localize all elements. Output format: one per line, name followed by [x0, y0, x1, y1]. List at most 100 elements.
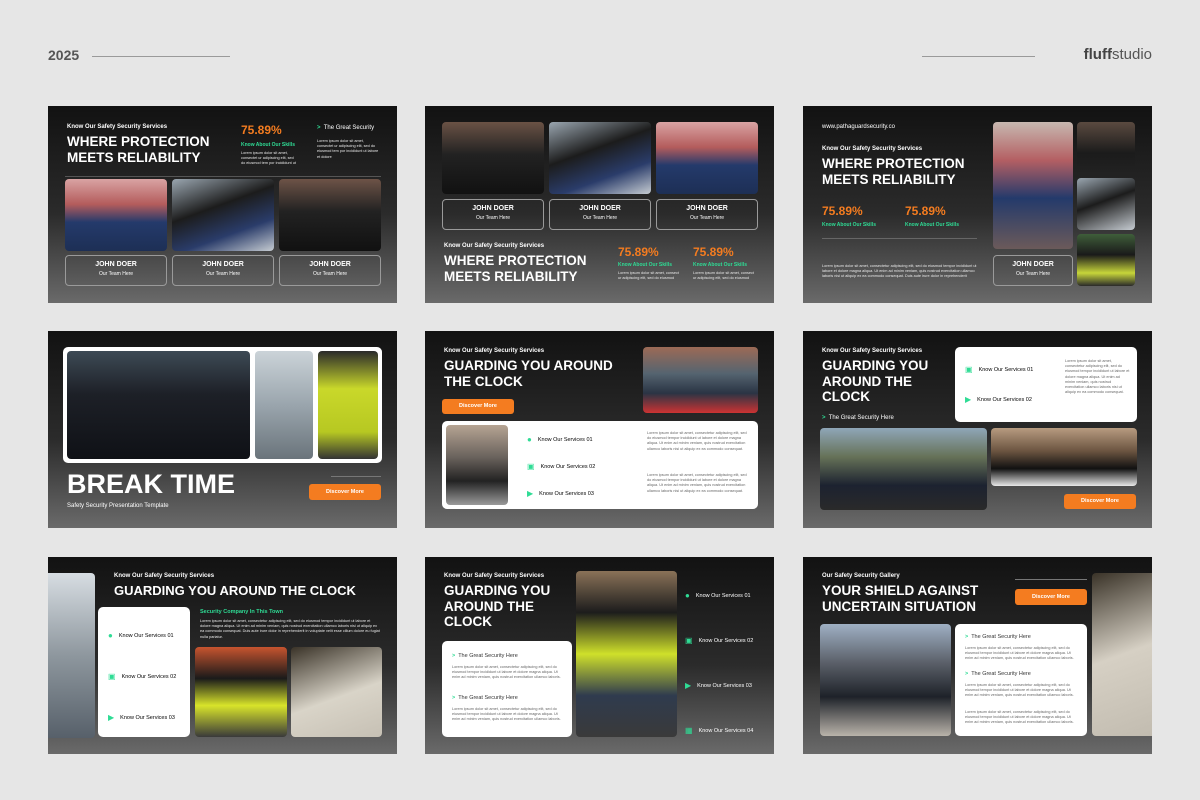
member-name: JOHN DOER: [1012, 261, 1054, 268]
service-item-2: ▶ Know Our Services 02: [965, 395, 1032, 404]
body-text-1: Lorem ipsum dolor sit amet, consect ur a…: [618, 271, 679, 281]
photo-police-arrest: [576, 571, 677, 737]
percent-label-1: Know About Our Skills: [618, 262, 672, 268]
service-item-1: ● Know Our Services 01: [527, 435, 593, 444]
service-label: Know Our Services 02: [121, 673, 177, 680]
service-label: Know Our Services 03: [539, 490, 594, 497]
slide-title: GUARDING YOU AROUND THE CLOCK: [114, 583, 356, 598]
discover-more-button[interactable]: Discover More: [442, 399, 514, 414]
title-line-2: MEETS RELIABILITY: [822, 171, 956, 187]
slide-thumbnail-8[interactable]: Know Our Safety Security Services GUARDI…: [425, 557, 774, 754]
title-line-1: WHERE PROTECTION: [444, 253, 587, 268]
service-item-2: ▣ Know Our Services 02: [685, 636, 753, 645]
divider: [65, 176, 381, 177]
heading-text: The Great Security: [323, 125, 375, 131]
slide-thumbnail-2[interactable]: JOHN DOER Our Team Here JOHN DOER Our Team…: [425, 106, 774, 303]
slide-thumbnail-7[interactable]: Know Our Safety Security Services GUARDI…: [48, 557, 397, 754]
body-text: Lorem ipsum dolor sit amet, consectetur …: [1065, 359, 1130, 395]
lock-icon: ▣: [685, 636, 693, 645]
camera-icon: ▶: [965, 395, 972, 404]
slide-thumbnail-9[interactable]: Our Safety Security Gallery YOUR SHIELD …: [803, 557, 1152, 754]
service-label: Know Our Services 03: [120, 714, 175, 721]
team-card-2: JOHN DOER Our Team Here: [549, 199, 651, 230]
photo-police-hivis: [195, 647, 287, 737]
service-label: Know Our Services 01: [695, 592, 751, 599]
card-heading-2: > The Great Security Here: [452, 695, 518, 701]
photo-riot-police: [1077, 122, 1135, 174]
title-line-1: GUARDING YOU: [444, 583, 551, 598]
section-heading: > The Great Security Here: [822, 415, 894, 421]
member-role: Our Team Here: [205, 271, 241, 277]
team-card: JOHN DOER Our Team Here: [993, 255, 1073, 286]
title-line-2: AROUND THE: [444, 598, 534, 614]
card-heading-2: > The Great Security Here: [965, 671, 1031, 677]
member-name: JOHN DOER: [309, 261, 351, 268]
slide-thumbnail-6[interactable]: Know Our Safety Security Services GUARDI…: [803, 331, 1152, 528]
title-line-2: MEETS RELIABILITY: [67, 149, 201, 165]
body-text-3: Lorem ipsum dolor sit amet, consectetur …: [965, 710, 1074, 725]
discover-more-button[interactable]: Discover More: [1015, 589, 1087, 605]
service-item-2: ▣ Know Our Services 02: [108, 672, 176, 681]
body-text-1: Lorem ipsum dolor sit amet, consectetur …: [965, 646, 1074, 661]
group-icon: ●: [527, 435, 532, 444]
body-text: Lorem ipsum dolor sit amet, consectetur …: [200, 619, 380, 639]
discover-more-button[interactable]: Discover More: [1064, 494, 1136, 509]
slide-thumbnail-3[interactable]: www.pathaguardsecurity.co Know Our Safet…: [803, 106, 1152, 303]
percent-label-2: Know About Our Skills: [693, 262, 747, 268]
photo-riot-squad: [820, 624, 951, 736]
service-item-1: ● Know Our Services 01: [685, 591, 751, 600]
percent-label: Know About Our Skills: [241, 142, 295, 148]
service-label: Know Our Services 02: [698, 637, 754, 644]
title-line-3: CLOCK: [444, 614, 492, 629]
slide-title: WHERE PROTECTION MEETS RELIABILITY: [444, 253, 587, 284]
body-text-1: Lorem ipsum dolor sit amet, consectetur …: [647, 431, 747, 451]
team-card-3: JOHN DOER Our Team Here: [656, 199, 758, 230]
heading-text: The Great Security Here: [971, 634, 1031, 640]
slide-title: GUARDING YOU AROUND THE CLOCK: [444, 358, 613, 389]
photo-frame: [63, 347, 382, 463]
percent-label-2: Know About Our Skills: [905, 222, 959, 228]
photo-officer: [65, 179, 167, 251]
photo-police-hivis: [1077, 234, 1135, 286]
member-role: Our Team Here: [312, 271, 348, 277]
member-name: JOHN DOER: [686, 205, 728, 212]
slide-thumbnail-1[interactable]: Know Our Safety Security Services WHERE …: [48, 106, 397, 303]
photo-cctv-camera: [48, 573, 95, 738]
percent-value-1: 75.89%: [618, 245, 659, 259]
info-card: > The Great Security Here Lorem ipsum do…: [955, 624, 1087, 736]
title-line-2: MEETS RELIABILITY: [444, 268, 578, 284]
photo-crowd: [643, 347, 758, 413]
service-label: Know Our Services 04: [698, 727, 754, 734]
heading-text: The Great Security Here: [458, 653, 518, 659]
heading-text: The Great Security Here: [458, 695, 518, 701]
year-label: 2025: [48, 47, 80, 63]
group-icon: ●: [108, 631, 113, 640]
chevron-right-icon: >: [452, 695, 456, 701]
slide-title: YOUR SHIELD AGAINST UNCERTAIN SITUATION: [822, 583, 978, 614]
photo-riot-police: [442, 122, 544, 194]
percent-value-1: 75.89%: [822, 204, 863, 218]
slide-thumbnail-4[interactable]: BREAK TIME Safety Security Presentation …: [48, 331, 397, 528]
title-line-1: WHERE PROTECTION: [822, 156, 965, 171]
discover-more-button[interactable]: Discover More: [309, 484, 381, 500]
title-line-2: UNCERTAIN SITUATION: [822, 598, 976, 614]
brand-part-a: fluff: [1083, 46, 1112, 63]
chevron-right-icon: >: [965, 671, 969, 677]
photo-dome-camera: [291, 647, 382, 737]
photo-hivis-jacket: [318, 351, 378, 459]
section-heading: > The Great Security: [317, 125, 374, 131]
team-card-1: JOHN DOER Our Team Here: [65, 255, 167, 286]
member-role: Our Team Here: [1015, 271, 1051, 277]
member-name: JOHN DOER: [95, 261, 137, 268]
percent-value-2: 75.89%: [693, 245, 734, 259]
brand-logo: fluffstudio: [1084, 46, 1152, 63]
header-divider-right: [922, 56, 1035, 57]
photo-officer-umbrella: [549, 122, 651, 194]
slide-thumbnail-5[interactable]: Know Our Safety Security Services GUARDI…: [425, 331, 774, 528]
photo-police-street: [446, 425, 508, 505]
photo-officer-umbrella: [172, 179, 274, 251]
percent-label-1: Know About Our Skills: [822, 222, 876, 228]
body-text-2: Lorem ipsum dolor sit amet, consectetur …: [647, 473, 747, 493]
slide-kicker: Know Our Safety Security Services: [444, 348, 545, 354]
photo-police-car: [991, 428, 1137, 486]
